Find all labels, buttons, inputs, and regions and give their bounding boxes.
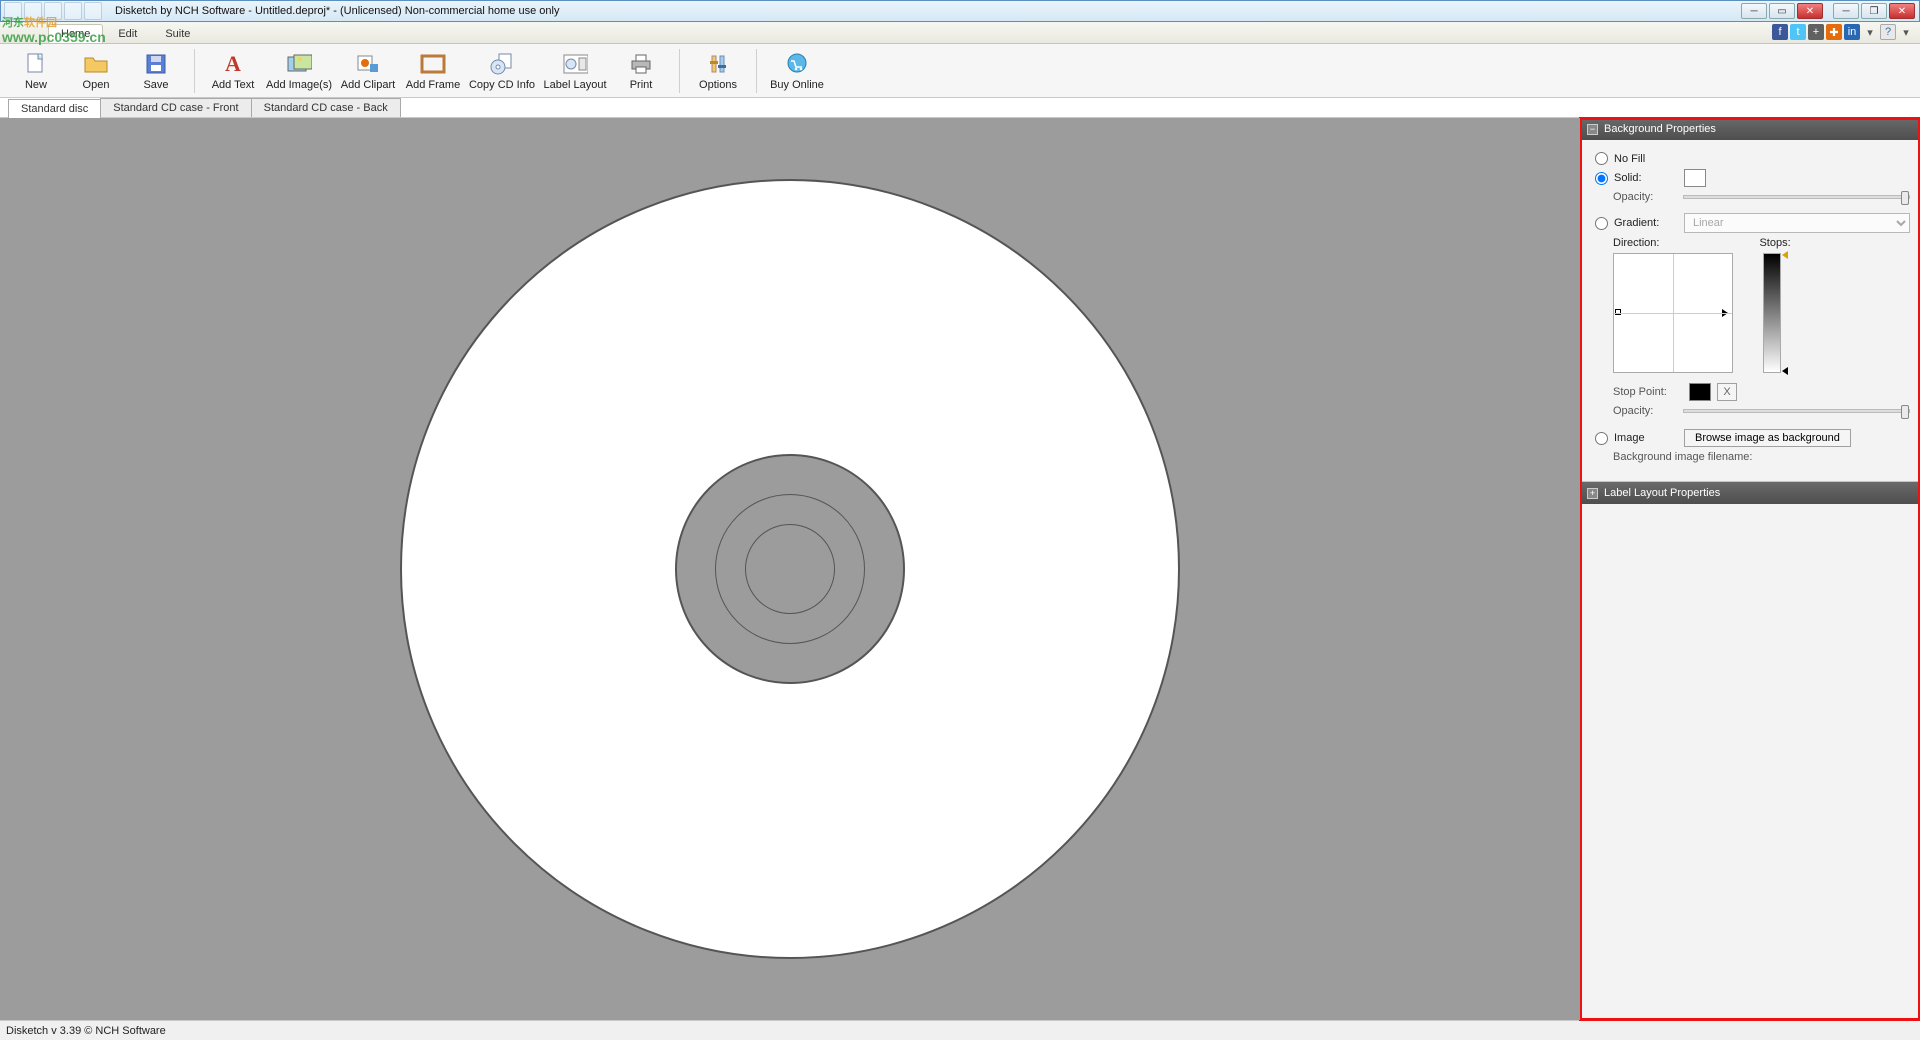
quick-access-toolbar	[4, 2, 102, 20]
separator	[194, 49, 195, 93]
label-layout-properties-header[interactable]: + Label Layout Properties	[1581, 482, 1920, 504]
gradient-label: Gradient:	[1614, 217, 1678, 229]
gradient-type-select[interactable]: Linear	[1684, 213, 1910, 233]
opacity-label: Opacity:	[1613, 191, 1677, 203]
canvas[interactable]	[0, 118, 1580, 1020]
save-button[interactable]: Save	[126, 48, 186, 94]
print-button[interactable]: Print	[611, 48, 671, 94]
options-button[interactable]: Options	[688, 48, 748, 94]
new-button[interactable]: New	[6, 48, 66, 94]
share-icon[interactable]: +	[1808, 24, 1824, 40]
copy-cd-info-button[interactable]: Copy CD Info	[465, 48, 539, 94]
window-title: Disketch by NCH Software - Untitled.depr…	[115, 5, 1739, 17]
inner-restore-button[interactable]: ❐	[1861, 3, 1887, 19]
image-radio[interactable]	[1595, 432, 1608, 445]
qat-btn[interactable]	[64, 2, 82, 20]
add-clipart-button[interactable]: Add Clipart	[335, 48, 401, 94]
images-icon	[286, 51, 312, 77]
direction-label: Direction:	[1613, 237, 1659, 249]
collapse-icon: −	[1587, 124, 1598, 135]
solid-label: Solid:	[1614, 172, 1678, 184]
twitter-icon[interactable]: t	[1790, 24, 1806, 40]
text-icon: A	[220, 51, 246, 77]
opacity2-label: Opacity:	[1613, 405, 1677, 417]
opacity-slider[interactable]	[1683, 195, 1910, 199]
qat-btn[interactable]	[44, 2, 62, 20]
gradient-direction-box[interactable]	[1613, 253, 1733, 373]
cd-info-icon	[489, 51, 515, 77]
delete-stop-button[interactable]: X	[1717, 383, 1737, 401]
properties-panel: − Background Properties No Fill Solid: O…	[1580, 118, 1920, 1020]
inner-minimize-button[interactable]: ─	[1833, 3, 1859, 19]
options-icon	[705, 51, 731, 77]
disc-center	[675, 454, 905, 684]
clipart-icon	[355, 51, 381, 77]
stop-point-label: Stop Point:	[1613, 386, 1683, 398]
minimize-button[interactable]: ─	[1741, 3, 1767, 19]
separator	[756, 49, 757, 93]
frame-icon	[420, 51, 446, 77]
separator	[679, 49, 680, 93]
main-area: − Background Properties No Fill Solid: O…	[0, 118, 1920, 1020]
stop-opacity-slider[interactable]	[1683, 409, 1910, 413]
label-layout-button[interactable]: Label Layout	[539, 48, 611, 94]
inner-close-button[interactable]: ✕	[1889, 3, 1915, 19]
image-label: Image	[1614, 432, 1678, 444]
tab-home[interactable]: Home	[48, 24, 103, 43]
stop-color-well[interactable]	[1689, 383, 1711, 401]
addthis-icon[interactable]: ✚	[1826, 24, 1842, 40]
menu-bar: Home Edit Suite f t + ✚ in ▾ ? ▾	[0, 22, 1920, 44]
maximize-button[interactable]: ▭	[1769, 3, 1795, 19]
print-icon	[628, 51, 654, 77]
close-button[interactable]: ✕	[1797, 3, 1823, 19]
bg-filename-label: Background image filename:	[1613, 451, 1752, 463]
doc-tab-cd-back[interactable]: Standard CD case - Back	[251, 98, 401, 117]
ribbon-toolbar: New Open Save A Add Text Add Image(s) Ad…	[0, 44, 1920, 98]
qat-btn[interactable]	[84, 2, 102, 20]
open-icon	[83, 51, 109, 77]
solid-radio[interactable]	[1595, 172, 1608, 185]
facebook-icon[interactable]: f	[1772, 24, 1788, 40]
help-dropdown-icon[interactable]: ▾	[1898, 24, 1914, 40]
qat-btn[interactable]	[24, 2, 42, 20]
tab-edit[interactable]: Edit	[105, 24, 150, 43]
status-text: Disketch v 3.39 © NCH Software	[6, 1025, 166, 1037]
no-fill-radio[interactable]	[1595, 152, 1608, 165]
document-tabs: Standard disc Standard CD case - Front S…	[0, 98, 1920, 118]
browse-image-button[interactable]: Browse image as background	[1684, 429, 1851, 447]
no-fill-label: No Fill	[1614, 153, 1645, 165]
background-properties-body: No Fill Solid: Opacity: Gradient: Linear…	[1581, 140, 1920, 482]
add-text-button[interactable]: A Add Text	[203, 48, 263, 94]
cart-icon	[784, 51, 810, 77]
open-button[interactable]: Open	[66, 48, 126, 94]
add-images-button[interactable]: Add Image(s)	[263, 48, 335, 94]
background-properties-header[interactable]: − Background Properties	[1581, 118, 1920, 140]
status-bar: Disketch v 3.39 © NCH Software	[0, 1020, 1920, 1040]
gradient-stops-box[interactable]	[1763, 253, 1781, 373]
buy-online-button[interactable]: Buy Online	[765, 48, 829, 94]
new-icon	[23, 51, 49, 77]
disc-label[interactable]	[400, 179, 1180, 959]
doc-tab-cd-front[interactable]: Standard CD case - Front	[100, 98, 251, 117]
gradient-radio[interactable]	[1595, 217, 1608, 230]
qat-btn[interactable]	[4, 2, 22, 20]
stops-label: Stops:	[1759, 237, 1790, 249]
disc-hole	[745, 524, 835, 614]
linkedin-icon[interactable]: in	[1844, 24, 1860, 40]
help-icon[interactable]: ?	[1880, 24, 1896, 40]
tab-suite[interactable]: Suite	[152, 24, 203, 43]
solid-color-well[interactable]	[1684, 169, 1706, 187]
layout-icon	[562, 51, 588, 77]
doc-tab-standard-disc[interactable]: Standard disc	[8, 99, 101, 118]
add-frame-button[interactable]: Add Frame	[401, 48, 465, 94]
social-dropdown-icon[interactable]: ▾	[1862, 24, 1878, 40]
expand-icon: +	[1587, 488, 1598, 499]
title-bar: Disketch by NCH Software - Untitled.depr…	[0, 0, 1920, 22]
save-icon	[143, 51, 169, 77]
